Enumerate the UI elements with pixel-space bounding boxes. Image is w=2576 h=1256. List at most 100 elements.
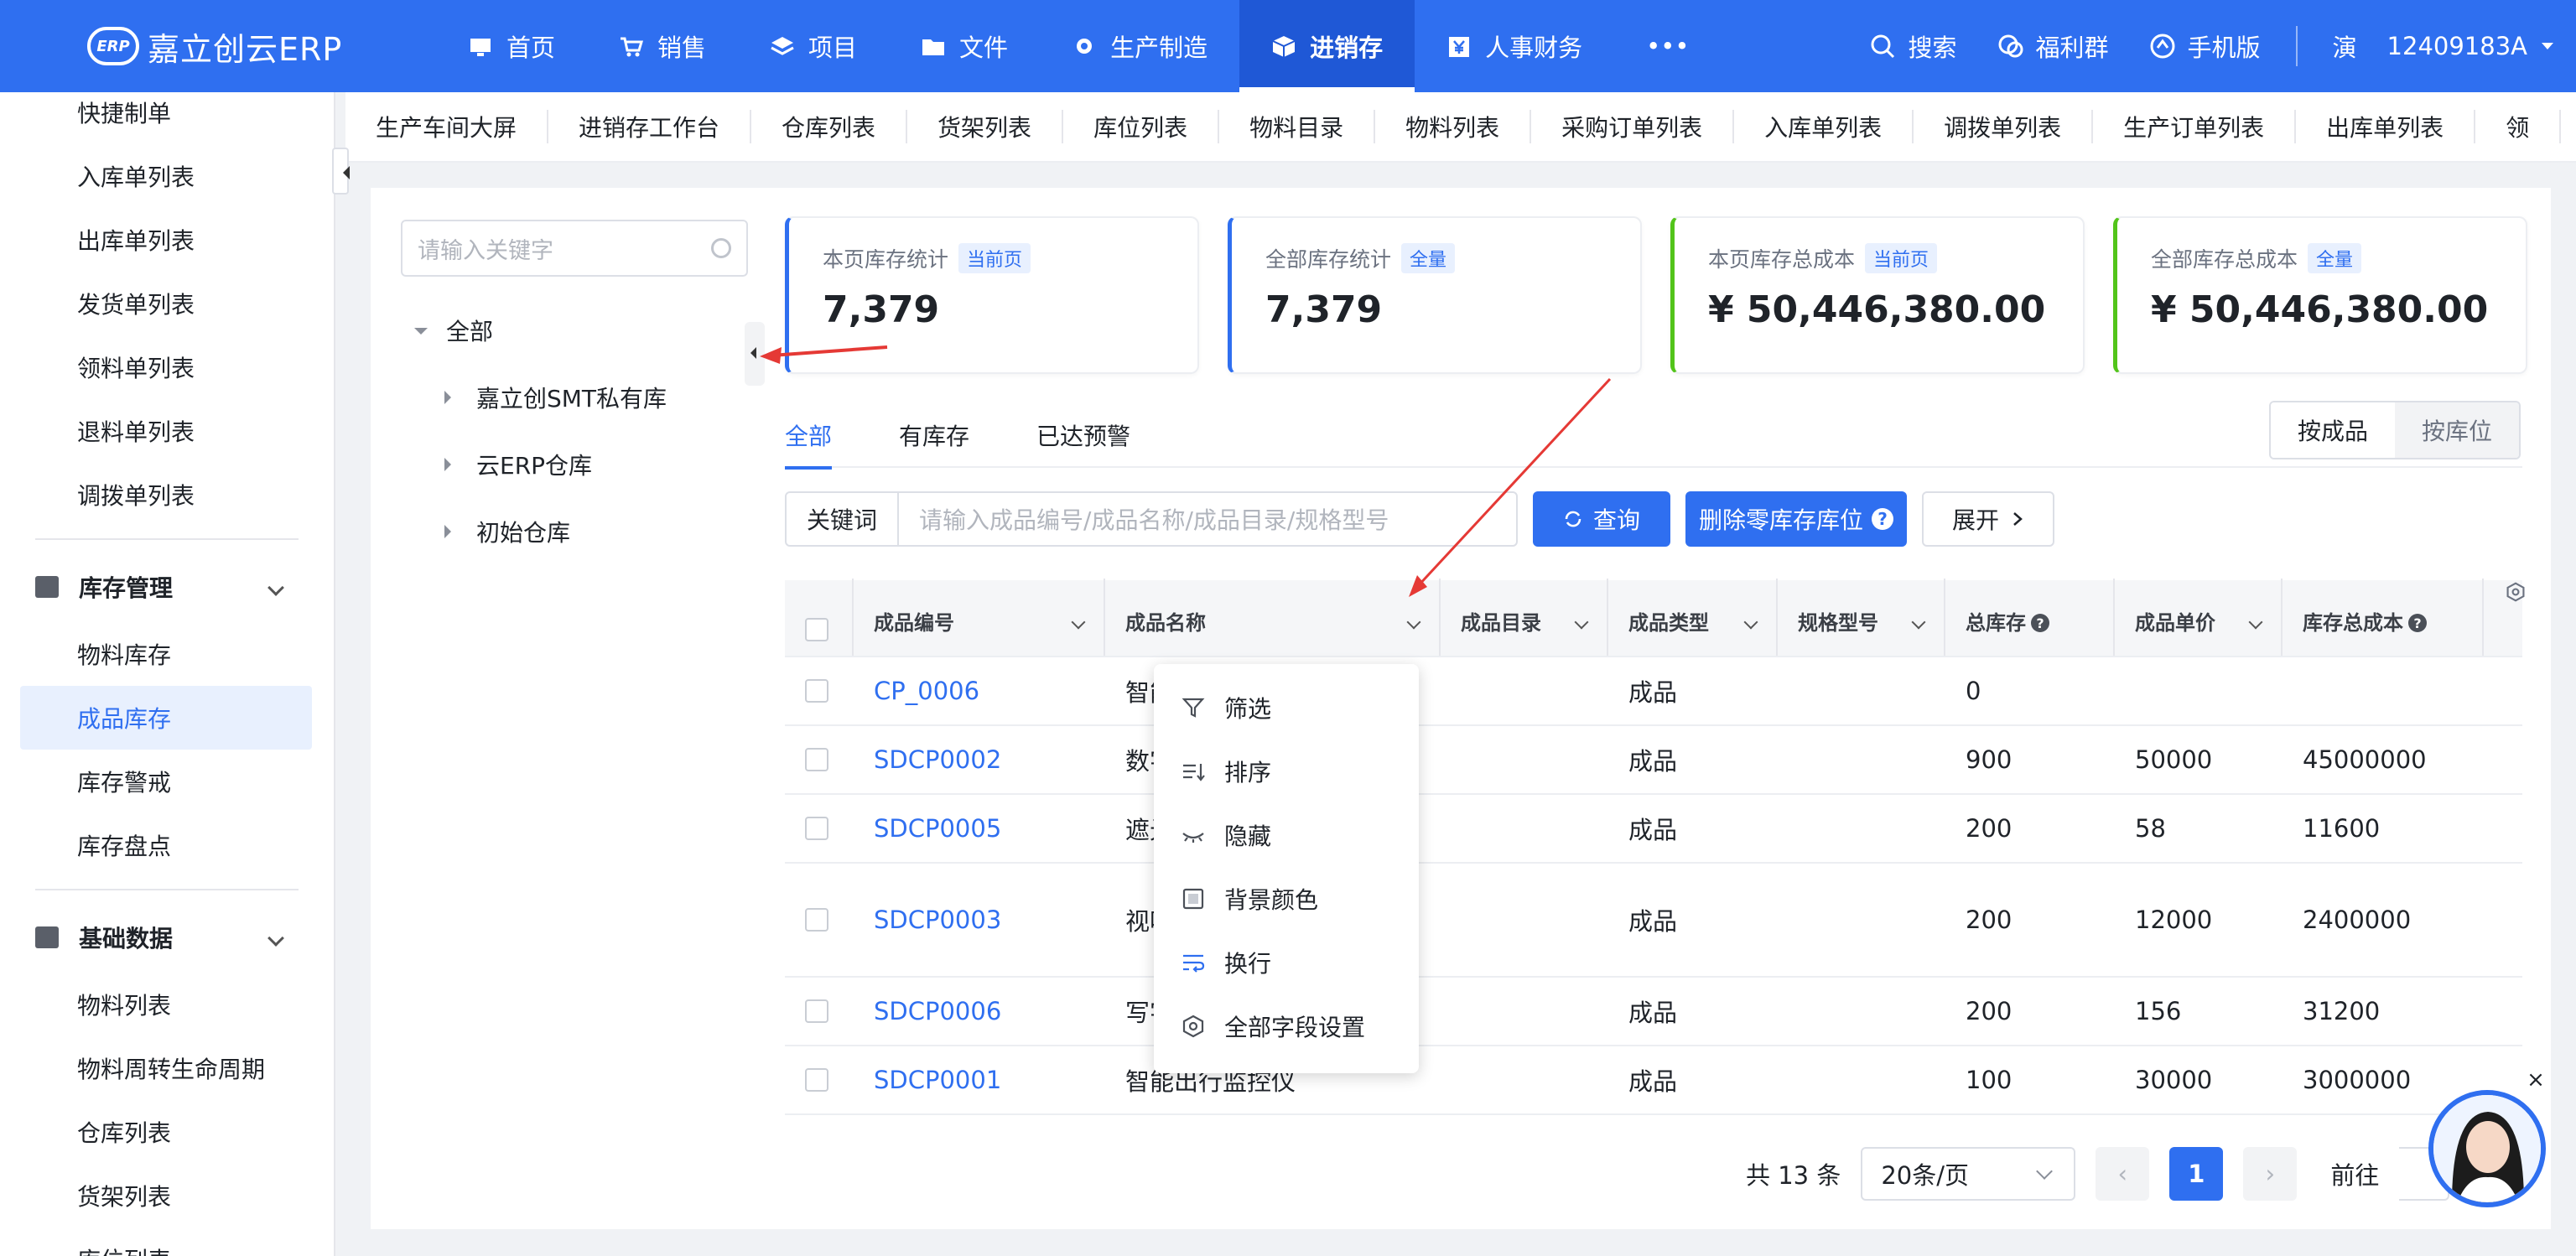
delete-zero-stock-button[interactable]: 删除零库存库位 ? <box>1685 491 1908 547</box>
page-tab[interactable]: 库位列表 <box>1063 110 1220 143</box>
filter-tab[interactable]: 有库存 <box>865 402 1003 468</box>
row-checkbox[interactable] <box>805 817 828 840</box>
page-size-select[interactable]: 20条/页 <box>1861 1147 2076 1201</box>
chevron-down-icon[interactable] <box>1406 615 1421 630</box>
filter-tab[interactable]: 已达预警 <box>1003 402 1164 468</box>
table-row[interactable]: SDCP0002 数字 成品 900 50000 45000000 <box>785 726 2522 795</box>
sidebar-item[interactable]: 发货单列表 <box>0 272 334 335</box>
product-code-link[interactable]: SDCP0002 <box>874 745 1001 774</box>
sidebar-item[interactable]: 库存盘点 <box>0 813 334 877</box>
column-header[interactable]: 成品类型 <box>1608 579 1778 656</box>
context-menu-item[interactable]: 隐藏 <box>1154 803 1419 867</box>
sidebar-item[interactable]: 物料周转生命周期 <box>0 1036 334 1100</box>
assistant-avatar[interactable] <box>2428 1090 2546 1207</box>
expand-button[interactable]: 展开 <box>1922 491 2055 547</box>
nav-item-7[interactable]: ••• <box>1614 0 1721 92</box>
row-checkbox[interactable] <box>805 1068 828 1092</box>
sidebar-item[interactable]: 物料库存 <box>0 622 334 686</box>
context-menu-item[interactable]: 换行 <box>1154 931 1419 994</box>
welfare-group-button[interactable]: 福利群 <box>1977 29 2129 64</box>
close-icon[interactable]: × <box>2526 1069 2546 1091</box>
nav-item-5[interactable]: 进销存 <box>1239 0 1415 92</box>
row-checkbox[interactable] <box>805 679 828 703</box>
table-row[interactable]: SDCP0006 写字 成品 200 156 31200 <box>785 978 2522 1046</box>
page-tab[interactable]: 进销存工作台 <box>548 110 752 143</box>
column-header[interactable]: 成品编号 <box>854 579 1105 656</box>
page-tab[interactable]: 物料目录 <box>1219 110 1376 143</box>
product-code-link[interactable]: SDCP0005 <box>874 814 1001 843</box>
page-1-button[interactable]: 1 <box>2169 1147 2224 1201</box>
row-checkbox[interactable] <box>805 908 828 932</box>
page-tab[interactable]: 仓库列表 <box>751 110 908 143</box>
table-row[interactable]: SDCP0003视听统成品200120002400000 <box>785 864 2522 978</box>
page-tab[interactable]: 入库单列表 <box>1734 110 1914 143</box>
column-header[interactable]: 库存总成本? <box>2283 579 2484 656</box>
tree-collapse-toggle[interactable] <box>745 322 765 386</box>
sidebar-item[interactable]: 出库单列表 <box>0 208 334 272</box>
context-menu-item[interactable]: 全部字段设置 <box>1154 994 1419 1058</box>
tree-node-root[interactable]: 全部 <box>414 297 667 364</box>
page-tab[interactable]: 生产订单列表 <box>2093 110 2297 143</box>
product-code-link[interactable]: SDCP0003 <box>874 906 1001 934</box>
sidebar-item[interactable]: 货架列表 <box>0 1164 334 1227</box>
tree-search-input[interactable]: 请输入关键字 <box>401 220 748 277</box>
search-button[interactable]: 搜索 <box>1849 29 1976 64</box>
tree-node[interactable]: 云ERP仓库 <box>414 431 667 498</box>
chevron-down-icon[interactable] <box>1574 615 1589 630</box>
product-code-link[interactable]: SDCP0006 <box>874 997 1001 1025</box>
product-code-link[interactable]: SDCP0001 <box>874 1066 1001 1094</box>
page-tab[interactable]: 生产车间大屏 <box>345 110 549 143</box>
filter-tab[interactable]: 全部 <box>785 402 865 470</box>
select-all-checkbox[interactable] <box>805 618 828 641</box>
column-header[interactable]: 成品名称 <box>1105 579 1441 656</box>
chevron-down-icon[interactable] <box>1743 615 1758 630</box>
page-tab[interactable]: 调拨单列表 <box>1914 110 2094 143</box>
sidebar-item[interactable]: 库位列表 <box>0 1227 334 1256</box>
nav-item-3[interactable]: 文件 <box>889 0 1040 92</box>
page-tab[interactable]: 物料列表 <box>1375 110 1532 143</box>
table-row[interactable]: CP_0006 智能 成品 0 <box>785 657 2522 726</box>
product-code-link[interactable]: CP_0006 <box>874 677 979 705</box>
chevron-down-icon[interactable] <box>1071 615 1086 630</box>
row-checkbox[interactable] <box>805 999 828 1023</box>
column-header[interactable]: 总库存? <box>1945 579 2115 656</box>
column-header[interactable]: 规格型号 <box>1778 579 1945 656</box>
mobile-button[interactable]: 手机版 <box>2129 29 2281 64</box>
sidebar-item[interactable]: 仓库列表 <box>0 1100 334 1164</box>
context-menu-item[interactable]: 排序 <box>1154 740 1419 803</box>
sidebar-item[interactable]: 调拨单列表 <box>0 463 334 527</box>
table-row[interactable]: SDCP0005 遮光 成品 200 58 11600 <box>785 795 2522 864</box>
next-page-button[interactable]: › <box>2243 1147 2298 1201</box>
user-menu[interactable]: 演 12409183A <box>2313 29 2576 64</box>
view-by-product[interactable]: 按成品 <box>2270 402 2395 458</box>
nav-item-2[interactable]: 项目 <box>738 0 889 92</box>
page-tab[interactable]: 出库单列表 <box>2296 110 2476 143</box>
view-by-location[interactable]: 按库位 <box>2394 402 2519 458</box>
chevron-down-icon[interactable] <box>2248 615 2263 630</box>
column-settings-icon[interactable] <box>2506 582 2526 602</box>
nav-item-6[interactable]: 人事财务 <box>1415 0 1614 92</box>
context-menu-item[interactable]: 背景颜色 <box>1154 867 1419 931</box>
tree-node[interactable]: 嘉立创SMT私有库 <box>414 364 667 431</box>
table-row[interactable]: SDCP0001 智能出行监控仪 成品 100 30000 3000000 <box>785 1046 2522 1115</box>
tree-node[interactable]: 初始仓库 <box>414 498 667 565</box>
page-tab[interactable]: 领 <box>2475 110 2562 143</box>
sidebar-item[interactable]: 退料单列表 <box>0 399 334 463</box>
chevron-down-icon[interactable] <box>1911 615 1926 630</box>
sidebar-item[interactable]: 物料列表 <box>0 973 334 1036</box>
sidebar-item[interactable]: 库存警戒 <box>0 750 334 813</box>
keyword-input[interactable]: 请输入成品编号/成品名称/成品目录/规格型号 <box>899 493 1516 545</box>
prev-page-button[interactable]: ‹ <box>2096 1147 2150 1201</box>
sidebar-item[interactable]: 入库单列表 <box>0 144 334 208</box>
query-button[interactable]: 查询 <box>1533 491 1671 547</box>
app-logo[interactable]: ERP 嘉立创云ERP <box>87 22 342 70</box>
nav-item-4[interactable]: 生产制造 <box>1040 0 1239 92</box>
sidebar-group-basedata[interactable]: 基础数据 <box>0 902 334 973</box>
sidebar-item[interactable]: 成品库存 <box>20 686 312 750</box>
nav-item-0[interactable]: 首页 <box>436 0 587 92</box>
page-tab[interactable]: 货架列表 <box>907 110 1064 143</box>
sidebar-group-inventory[interactable]: 库存管理 <box>0 552 334 622</box>
sidebar-item[interactable]: 快捷制单 <box>0 92 334 144</box>
column-header[interactable]: 成品单价 <box>2115 579 2283 656</box>
column-header[interactable]: 成品目录 <box>1441 579 1608 656</box>
